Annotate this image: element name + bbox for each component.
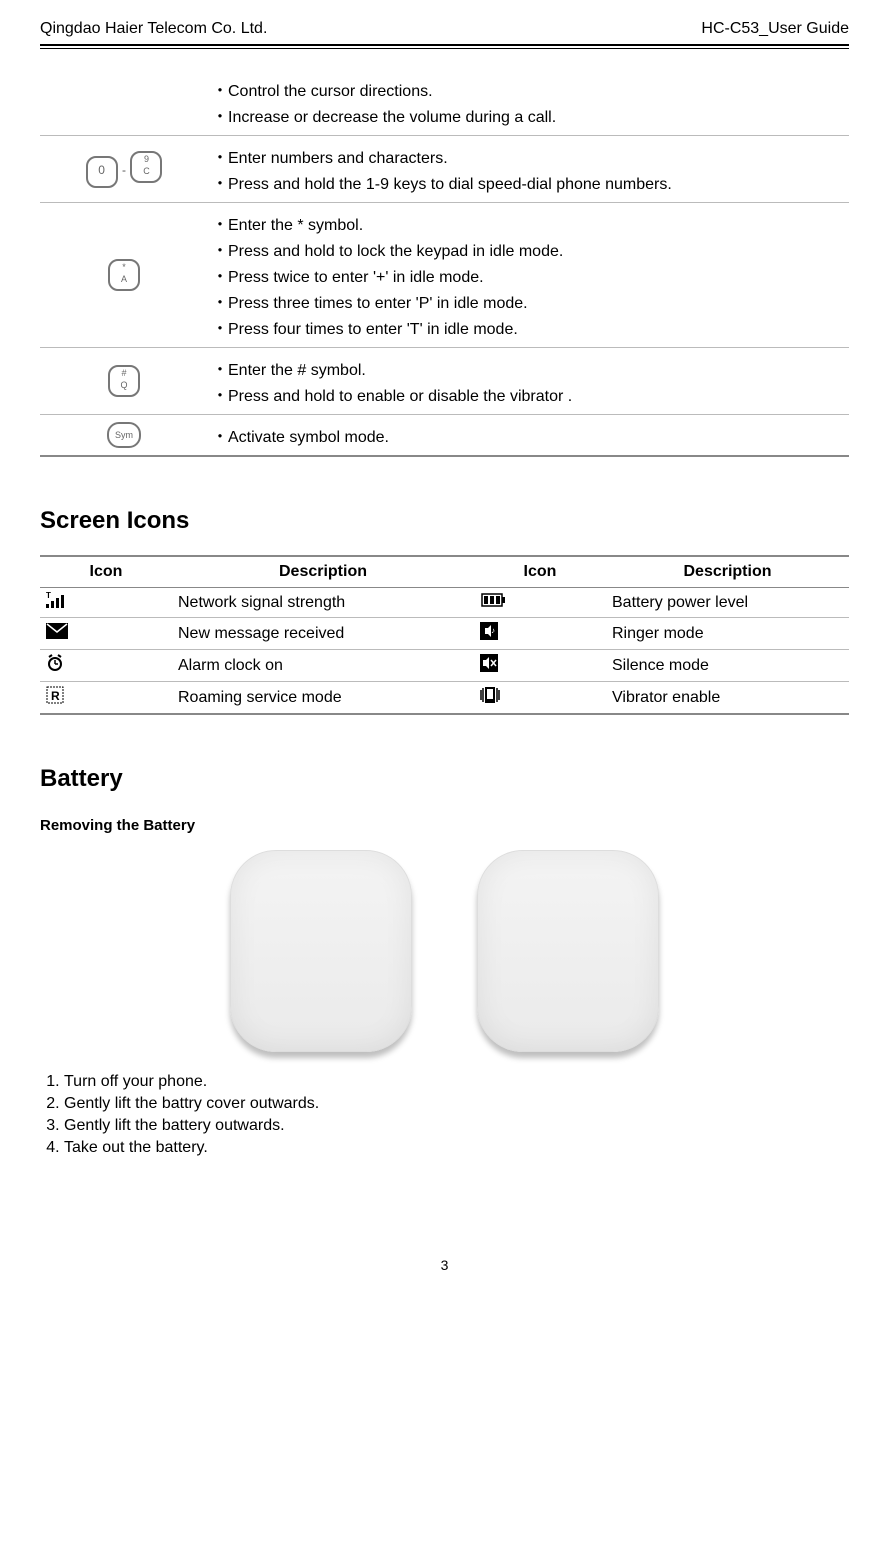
icon-cell (474, 682, 606, 715)
svg-text:R: R (51, 689, 60, 703)
screen-icons-table: Icon Description Icon Description T Netw… (40, 555, 849, 715)
list-item: Gently lift the battery outwards. (64, 1117, 849, 1135)
key-nine-icon: 9C (130, 151, 162, 183)
key-icon-cell: *A (40, 203, 208, 348)
key-line: ・Press and hold to lock the keypad in id… (212, 237, 845, 261)
key-desc-cell: ・Activate symbol mode. (208, 415, 849, 457)
page-number: 3 (40, 1257, 849, 1283)
phone-images (40, 850, 849, 1057)
desc-cell: Network signal strength (172, 588, 474, 618)
key-icon-cell (40, 69, 208, 136)
svg-text:T: T (46, 592, 51, 600)
key-line: ・Press twice to enter '+' in idle mode. (212, 263, 845, 287)
table-row: New message received ♪ Ringer mode (40, 618, 849, 650)
key-line: ・Press three times to enter 'P' in idle … (212, 289, 845, 313)
screen-icons-heading: Screen Icons (40, 507, 849, 535)
battery-heading: Battery (40, 765, 849, 793)
key-line: ・Enter the # symbol. (212, 356, 845, 380)
alarm-icon (46, 654, 64, 677)
desc-cell: Ringer mode (606, 618, 849, 650)
list-item: Gently lift the battry cover outwards. (64, 1095, 849, 1113)
list-item: Take out the battery. (64, 1139, 849, 1157)
roaming-icon: R (46, 686, 64, 709)
table-row: 0 - 9C ・Enter numbers and characters. ・P… (40, 136, 849, 203)
key-icon-cell: #Q (40, 348, 208, 415)
col-header: Description (606, 556, 849, 588)
svg-text:♪: ♪ (491, 626, 495, 635)
table-row: *A ・Enter the * symbol. ・Press and hold … (40, 203, 849, 348)
key-line: ・Press and hold to enable or disable the… (212, 382, 845, 406)
vibrator-icon (480, 686, 500, 709)
phone-back-cover-image (230, 850, 412, 1052)
icon-cell (40, 618, 172, 650)
doc-header: Qingdao Haier Telecom Co. Ltd. HC-C53_Us… (40, 20, 849, 42)
removing-battery-heading: Removing the Battery (40, 817, 849, 834)
col-header: Icon (474, 556, 606, 588)
key-line: ・Control the cursor directions. (212, 77, 845, 101)
table-row: #Q ・Enter the # symbol. ・Press and hold … (40, 348, 849, 415)
header-left: Qingdao Haier Telecom Co. Ltd. (40, 20, 267, 38)
message-icon (46, 623, 68, 644)
desc-cell: New message received (172, 618, 474, 650)
silence-icon (480, 654, 498, 677)
desc-cell: Alarm clock on (172, 650, 474, 682)
table-row: R Roaming service mode Vibrator enable (40, 682, 849, 715)
table-row: Alarm clock on Silence mode (40, 650, 849, 682)
key-line: ・Press four times to enter 'T' in idle m… (212, 315, 845, 339)
key-line: ・Increase or decrease the volume during … (212, 103, 845, 127)
icon-cell: R (40, 682, 172, 715)
key-desc-cell: ・Enter numbers and characters. ・Press an… (208, 136, 849, 203)
key-icon-cell: 0 - 9C (40, 136, 208, 203)
icon-cell (474, 588, 606, 618)
icon-cell (40, 650, 172, 682)
icon-cell: ♪ (474, 618, 606, 650)
key-star-icon: *A (108, 259, 140, 291)
ringer-icon: ♪ (480, 622, 498, 645)
signal-icon: T (46, 592, 72, 613)
page: Qingdao Haier Telecom Co. Ltd. HC-C53_Us… (0, 0, 889, 1293)
icon-cell: T (40, 588, 172, 618)
keys-table-body: ・Control the cursor directions. ・Increas… (40, 69, 849, 456)
key-line: ・Enter numbers and characters. (212, 144, 845, 168)
keys-table: ・Control the cursor directions. ・Increas… (40, 69, 849, 457)
desc-cell: Vibrator enable (606, 682, 849, 715)
header-rule (40, 44, 849, 46)
table-row: T Network signal strength Battery power … (40, 588, 849, 618)
key-desc-cell: ・Control the cursor directions. ・Increas… (208, 69, 849, 136)
key-line: ・Enter the * symbol. (212, 211, 845, 235)
header-rule-thin (40, 48, 849, 49)
col-header: Description (172, 556, 474, 588)
key-line: ・Press and hold the 1-9 keys to dial spe… (212, 170, 845, 194)
list-item: Turn off your phone. (64, 1073, 849, 1091)
table-row: Sym ・Activate symbol mode. (40, 415, 849, 457)
icon-cell (474, 650, 606, 682)
desc-cell: Battery power level (606, 588, 849, 618)
header-right: HC-C53_User Guide (701, 20, 849, 38)
col-header: Icon (40, 556, 172, 588)
key-desc-cell: ・Enter the # symbol. ・Press and hold to … (208, 348, 849, 415)
steps-list: Turn off your phone. Gently lift the bat… (40, 1073, 849, 1157)
key-line: ・Activate symbol mode. (212, 423, 845, 447)
table-header-row: Icon Description Icon Description (40, 556, 849, 588)
key-desc-cell: ・Enter the * symbol. ・Press and hold to … (208, 203, 849, 348)
desc-cell: Silence mode (606, 650, 849, 682)
desc-cell: Roaming service mode (172, 682, 474, 715)
key-icon-cell: Sym (40, 415, 208, 457)
phone-battery-image (477, 850, 659, 1052)
table-row: ・Control the cursor directions. ・Increas… (40, 69, 849, 136)
key-sym-icon: Sym (107, 422, 141, 448)
dash: - (122, 163, 126, 177)
key-zero-icon: 0 (86, 156, 118, 188)
key-hash-icon: #Q (108, 365, 140, 397)
battery-icon (480, 593, 506, 612)
